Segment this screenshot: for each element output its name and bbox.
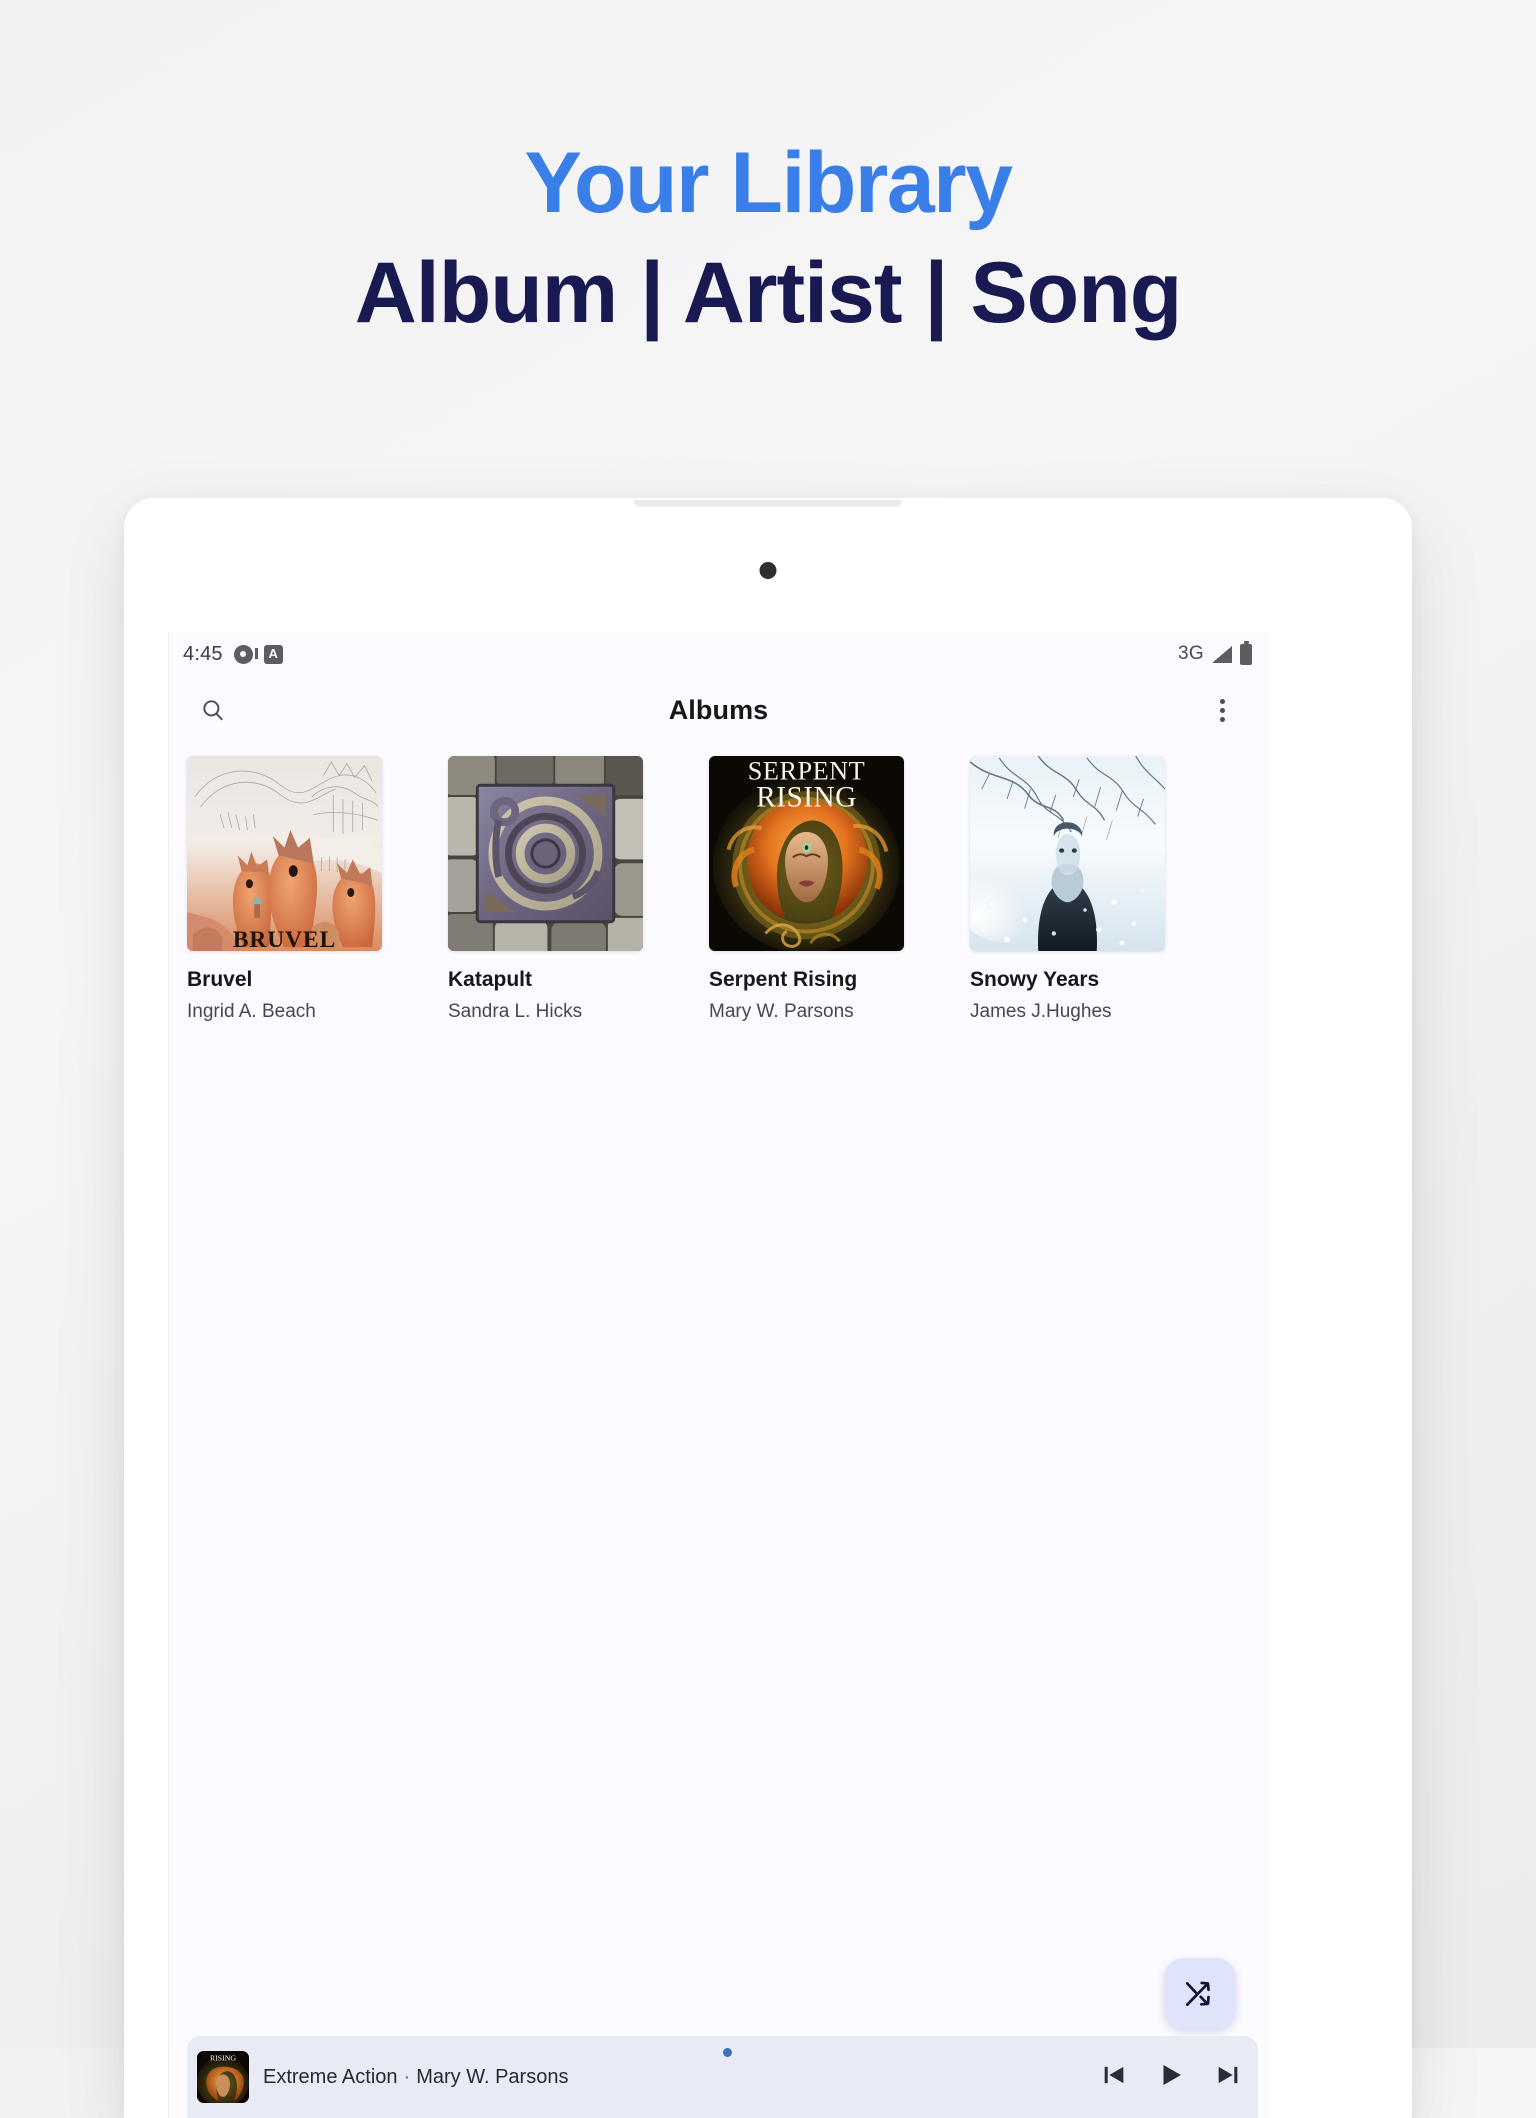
album-artist: Mary W. Parsons — [709, 1001, 854, 1022]
svg-text:RISING: RISING — [756, 782, 856, 814]
skip-next-button[interactable] — [1214, 2061, 1242, 2094]
shuffle-icon — [1185, 1981, 1210, 2006]
album-title: Serpent Rising — [709, 968, 858, 991]
shuffle-fab-button[interactable] — [1164, 1958, 1236, 2030]
overflow-menu-icon — [1219, 698, 1225, 722]
status-time: 4:45 — [183, 642, 223, 665]
mini-player-meta: Extreme Action · Mary W. Parsons — [263, 2066, 1086, 2089]
album-card[interactable]: Katapult Sandra L. Hicks — [448, 756, 643, 1023]
album-artist: James J.Hughes — [970, 1001, 1112, 1022]
battery-icon — [1240, 640, 1252, 665]
svg-text:RISING: RISING — [210, 2054, 236, 2063]
network-label: 3G — [1178, 643, 1204, 664]
album-title: Snowy Years — [970, 968, 1100, 991]
surreal-orange-horses-art: BRUVEL — [187, 756, 382, 951]
search-icon — [203, 700, 223, 721]
album-title: Bruvel — [187, 968, 253, 991]
app-screen: 4:45 A 3G Albums BRUVEL Bruvel Ingrid A.… — [168, 632, 1268, 2118]
album-artist: Sandra L. Hicks — [448, 1001, 583, 1022]
album-title: Katapult — [448, 968, 532, 991]
signal-icon — [1212, 645, 1232, 663]
playback-progress-dot — [722, 2048, 732, 2057]
status-bar-left: 4:45 A — [183, 643, 283, 666]
stone-concentric-rings-art — [448, 756, 643, 951]
app-badge-icon: A — [263, 644, 283, 664]
promo-headline-primary: Your Library — [524, 135, 1013, 231]
search-button[interactable] — [191, 688, 235, 732]
app-bar: Albums — [169, 676, 1268, 744]
album-artist: Ingrid A. Beach — [187, 1001, 316, 1022]
skip-previous-button[interactable] — [1100, 2061, 1128, 2094]
winter-portrait-art — [970, 756, 1165, 951]
album-card[interactable]: SERPENT RISING Serpent Rising Mary W. Pa… — [709, 756, 904, 1023]
fire-haired-woman-art-thumb: RISING — [197, 2051, 249, 2103]
albums-grid: BRUVEL Bruvel Ingrid A. Beach Katapult S… — [169, 744, 1268, 1023]
mini-player-artwork: RISING — [197, 2051, 249, 2103]
mini-player[interactable]: RISING Extreme Action · Mary W. Parsons — [187, 2036, 1258, 2118]
disc-icon — [233, 644, 258, 664]
skip-previous-icon — [1104, 2066, 1124, 2083]
page-title: Albums — [668, 694, 769, 725]
album-artwork[interactable]: BRUVEL — [187, 756, 382, 951]
play-icon — [1163, 2064, 1181, 2085]
status-bar-right: 3G — [1178, 640, 1252, 665]
album-card[interactable]: BRUVEL Bruvel Ingrid A. Beach — [187, 756, 382, 1023]
album-artwork[interactable] — [448, 756, 643, 951]
mini-player-track-title: Extreme Action — [263, 2065, 398, 2088]
promo-headline-secondary: Album | Artist | Song — [354, 245, 1183, 341]
mini-player-controls — [1100, 2060, 1242, 2095]
promo-header: Your Library Album | Artist | Song — [0, 140, 1536, 338]
svg-text:BRUVEL: BRUVEL — [233, 927, 336, 951]
device-speaker-slot — [634, 500, 902, 507]
mini-player-artist: Mary W. Parsons — [416, 2065, 569, 2088]
skip-next-icon — [1218, 2066, 1238, 2083]
play-button[interactable] — [1156, 2060, 1186, 2095]
front-camera-icon — [759, 562, 777, 579]
status-bar: 4:45 A 3G — [169, 632, 1268, 676]
album-artwork[interactable]: SERPENT RISING — [709, 756, 904, 951]
fire-haired-woman-art: SERPENT RISING — [709, 756, 904, 951]
overflow-menu-button[interactable] — [1200, 688, 1244, 732]
mini-player-separator: · — [403, 2065, 411, 2088]
tablet-device-frame: 4:45 A 3G Albums BRUVEL Bruvel Ingrid A.… — [124, 498, 1412, 2118]
album-artwork[interactable] — [970, 756, 1165, 951]
album-card[interactable]: Snowy Years James J.Hughes — [970, 756, 1165, 1023]
